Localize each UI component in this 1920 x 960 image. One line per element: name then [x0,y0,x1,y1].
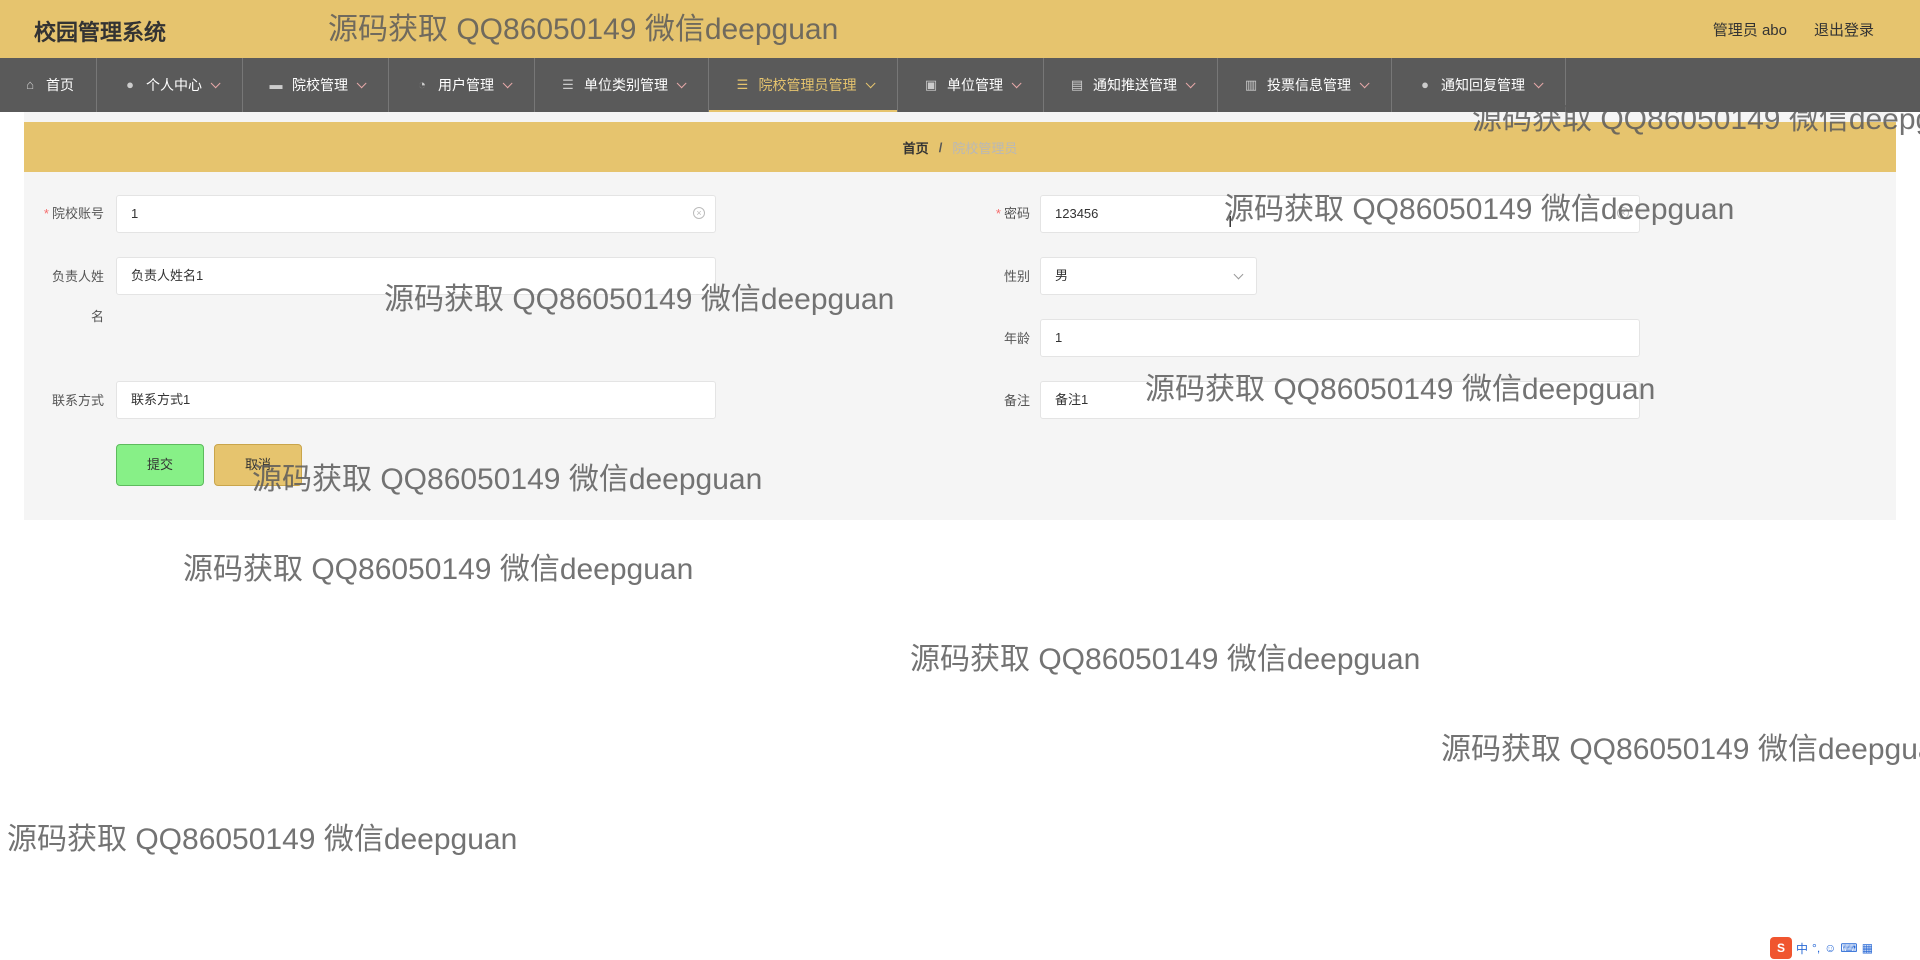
clear-icon[interactable]: × [1617,207,1629,219]
breadcrumb-separator: / [938,139,943,155]
nav-item-label: 用户管理 [438,77,494,93]
user-icon: ● [126,77,134,92]
main-content: 首页 / 院校管理员 [24,112,1896,520]
nav-item-label: 单位类别管理 [584,77,668,93]
chevron-down-icon [502,77,513,88]
chevron-down-icon [1359,77,1370,88]
main-nav: ⌂ 首页 ● 个人中心 ▬ 院校管理 ◔ 用户管理 ☰ 单位类别管理 ☰ 院校管… [0,58,1920,112]
user-icon: ● [1421,77,1429,92]
nav-item-personal-center[interactable]: ● 个人中心 [97,58,243,112]
gender-label: 性别 [1003,269,1030,284]
nav-item-user-management[interactable]: ◔ 用户管理 [389,58,535,112]
contact-label: 联系方式 [51,393,104,408]
remark-label: 备注 [1003,393,1030,408]
chevron-down-icon [676,77,687,88]
password-value: 123456 [1055,206,1099,221]
nav-item-label: 个人中心 [146,77,202,93]
age-value: 1 [1055,330,1063,345]
watermark: 源码获取 QQ86050149 微信deepguan [183,553,694,586]
remark-value: 备注1 [1055,392,1089,407]
chevron-down-icon [865,77,876,88]
image-icon: ▣ [924,77,938,92]
chevron-down-icon [356,77,367,88]
nav-item-label: 首页 [46,77,74,93]
account-value: 1 [131,206,139,221]
ime-toolbar: S 中 °, ☺ ⌨ ▦ [1770,936,1920,960]
current-user-label: 管理员 abo [1712,22,1787,39]
nav-item-unit-category-management[interactable]: ☰ 单位类别管理 [535,58,709,112]
chevron-down-icon [1185,77,1196,88]
top-header: 校园管理系统 管理员 abo 退出登录 [0,0,1920,58]
manager-name-value: 负责人姓名1 [131,268,204,283]
age-field[interactable]: 1 [1040,319,1640,357]
nav-item-label: 通知推送管理 [1093,77,1177,93]
nav-item-label: 通知回复管理 [1441,77,1525,93]
ticket-icon: ▬ [269,77,283,92]
gender-value: 男 [1055,268,1069,283]
watermark: 源码获取 QQ86050149 微信deepguan [910,643,1421,676]
remark-field[interactable]: 备注1 [1040,381,1640,419]
contact-value: 联系方式1 [131,392,191,407]
nav-item-unit-management[interactable]: ▣ 单位管理 [898,58,1044,112]
cancel-button[interactable]: 取消 [214,444,302,486]
gender-select[interactable]: 男 [1040,257,1257,295]
chart-icon: ▥ [1244,77,1258,92]
nav-item-vote-info-management[interactable]: ▥ 投票信息管理 [1218,58,1392,112]
manager-name-field[interactable]: 负责人姓名1 [116,257,716,295]
briefcase-icon: ▤ [1070,77,1084,92]
app-title: 校园管理系统 [34,20,167,45]
chevron-down-icon [1233,269,1244,280]
keyboard-icon[interactable]: ⌨ [1840,941,1857,955]
password-field[interactable]: 123456 × [1040,195,1640,233]
submit-button[interactable]: 提交 [116,444,204,486]
chevron-down-icon [210,77,221,88]
clear-icon[interactable]: × [693,207,705,219]
text-cursor-icon: I [1228,214,1233,231]
ime-mode-label[interactable]: 中 [1796,940,1808,957]
breadcrumb-current: 院校管理员 [952,140,1018,156]
nav-item-notice-reply-management[interactable]: ● 通知回复管理 [1392,58,1566,112]
manager-name-label: 负责人姓 [51,269,104,284]
nav-item-school-admin-management[interactable]: ☰ 院校管理员管理 [709,58,898,112]
emoji-icon[interactable]: ☺ [1824,941,1836,955]
nav-item-label: 单位管理 [947,77,1003,93]
dashboard-icon: ◔ [418,77,426,92]
account-label: * 院校账号 [43,206,104,221]
chevron-down-icon [1533,77,1544,88]
list-icon: ☰ [562,77,574,92]
nav-item-school-management[interactable]: ▬ 院校管理 [243,58,389,112]
nav-item-label: 院校管理 [292,77,348,93]
punctuation-icon[interactable]: °, [1812,941,1820,955]
watermark: 源码获取 QQ86050149 微信deepguan [7,823,518,856]
grid-icon[interactable]: ▦ [1862,941,1873,955]
manager-name-label-wrap: 名 [90,309,104,324]
list-icon: ☰ [736,77,749,92]
chevron-down-icon [1011,77,1022,88]
age-label: 年龄 [1003,331,1030,346]
account-field[interactable]: 1 × [116,195,716,233]
home-icon: ⌂ [26,77,34,92]
breadcrumb-home[interactable]: 首页 [903,138,929,157]
breadcrumb: 首页 / 院校管理员 [24,122,1896,172]
password-label: * 密码 [995,206,1030,221]
watermark: 源码获取 QQ86050149 微信deepguan [1441,733,1920,766]
logout-link[interactable]: 退出登录 [1814,19,1874,40]
sogou-ime-icon[interactable]: S [1770,937,1792,959]
nav-item-label: 院校管理员管理 [758,77,857,93]
contact-field[interactable]: 联系方式1 [116,381,716,419]
nav-item-label: 投票信息管理 [1267,77,1351,93]
nav-item-notice-push-management[interactable]: ▤ 通知推送管理 [1044,58,1218,112]
nav-item-home[interactable]: ⌂ 首页 [0,58,97,112]
